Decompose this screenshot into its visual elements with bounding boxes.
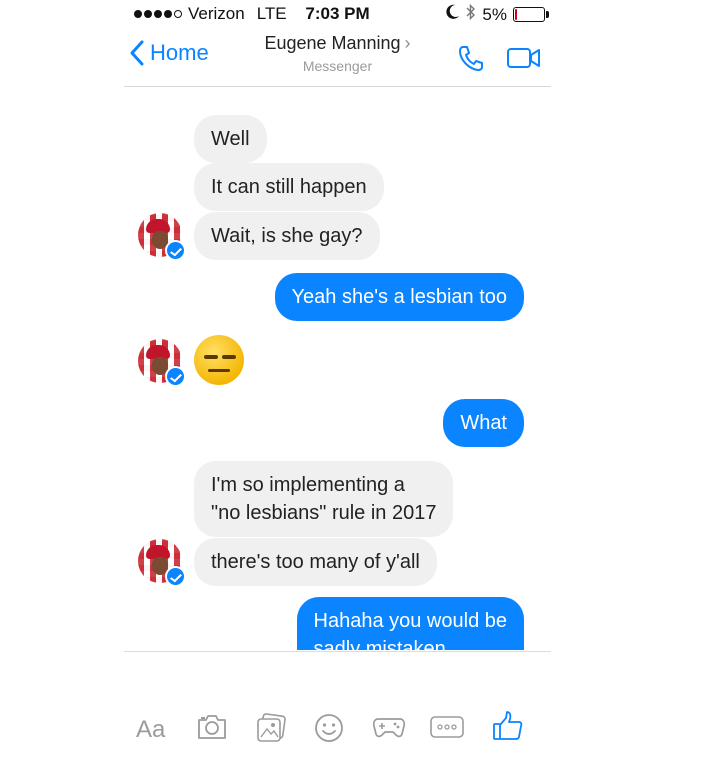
message-bubble[interactable]: there's too many of y'all: [194, 538, 437, 586]
status-right: 5%: [446, 3, 549, 25]
message-bubble[interactable]: Well: [194, 115, 267, 163]
message-bubble[interactable]: What: [443, 399, 524, 447]
message-bubble[interactable]: Yeah she's a lesbian too: [274, 273, 524, 321]
conversation-header: Home Eugene Manning › Messenger: [124, 30, 551, 87]
thumbs-up-icon[interactable]: [492, 710, 524, 747]
call-actions: [457, 44, 541, 77]
emoji-icon[interactable]: [314, 713, 344, 748]
battery-percent: 5%: [482, 4, 507, 24]
bluetooth-icon: [466, 3, 476, 25]
message-line: "no lesbians" rule in 2017: [211, 502, 437, 524]
message-list[interactable]: Well It can still happen Wait, is she ga…: [124, 87, 551, 650]
message-bubble[interactable]: Wait, is she gay?: [194, 212, 380, 260]
status-bar: Verizon LTE 7:03 PM 5%: [124, 0, 551, 30]
contact-name: Eugene Manning: [264, 33, 401, 53]
gallery-icon[interactable]: [256, 713, 286, 748]
message-bubble[interactable]: It can still happen: [194, 163, 384, 211]
message-input[interactable]: Aa: [136, 716, 165, 744]
chevron-right-icon: ›: [404, 33, 411, 53]
messenger-screen: Verizon LTE 7:03 PM 5% Home Eugene Manni…: [124, 0, 551, 759]
phone-icon[interactable]: [457, 44, 485, 77]
game-controller-icon[interactable]: [372, 713, 406, 746]
expressionless-face-emoji[interactable]: [194, 335, 244, 385]
contact-avatar[interactable]: [138, 539, 186, 587]
message-bubble[interactable]: Hahaha you would be sadly mistaken: [296, 597, 524, 650]
messenger-badge-icon: [165, 566, 186, 587]
messenger-badge-icon: [165, 366, 186, 387]
more-icon[interactable]: [430, 716, 464, 743]
message-line: sadly mistaken: [313, 638, 446, 650]
message-bubble[interactable]: I'm so implementing a "no lesbians" rule…: [194, 461, 454, 537]
moon-icon: [446, 4, 460, 25]
compose-bar: Aa: [124, 651, 551, 759]
message-line: I'm so implementing a: [211, 474, 405, 496]
video-camera-icon[interactable]: [507, 47, 541, 74]
contact-avatar[interactable]: [138, 339, 186, 387]
battery-icon: [513, 7, 549, 22]
contact-avatar[interactable]: [138, 213, 186, 261]
messenger-badge-icon: [165, 240, 186, 261]
camera-icon[interactable]: [196, 713, 228, 746]
message-line: Hahaha you would be: [313, 610, 507, 632]
